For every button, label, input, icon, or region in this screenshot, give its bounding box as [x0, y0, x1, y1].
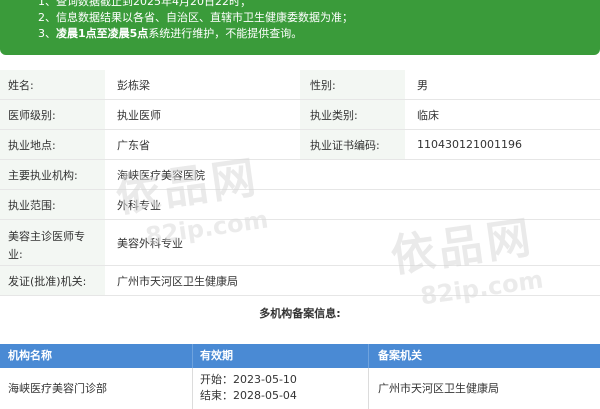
header-institution-name: 机构名称	[8, 349, 52, 362]
notice-line-3: 3、凌晨1点至凌晨5点系统进行维护，不能提供查询。	[38, 26, 600, 42]
gender-value: 男	[417, 78, 428, 92]
category-value: 临床	[417, 108, 439, 122]
info-row-cosmetic: 美容主诊医师专业: 美容外科专业	[0, 220, 600, 266]
validity-start: 开始：2023-05-10	[200, 373, 297, 386]
validity-end: 结束：2028-05-04	[200, 389, 297, 402]
table-header: 机构名称 有效期 备案机关	[0, 344, 600, 368]
level-label: 医师级别:	[0, 100, 105, 129]
row-validity: 开始：2023-05-10 结束：2028-05-04	[200, 368, 297, 409]
multi-institution-table: 机构名称 有效期 备案机关 海峡医疗美容门诊部 开始：2023-05-10 结束…	[0, 344, 600, 409]
notice-maintenance-time: 凌晨1点至凌晨5点	[56, 27, 149, 40]
cosmetic-label: 美容主诊医师专业:	[0, 220, 105, 265]
info-row-level: 医师级别: 执业医师 执业类别: 临床	[0, 100, 600, 130]
info-row-name: 姓名: 彭栋梁 性别: 男	[0, 70, 600, 100]
row-institution-name: 海峡医疗美容门诊部	[8, 382, 107, 395]
issuer-label: 发证(批准)机关:	[0, 266, 105, 295]
cert-value: 110430121001196	[417, 138, 522, 151]
header-divider	[368, 344, 369, 368]
cosmetic-value: 美容外科专业	[117, 236, 183, 250]
scope-value: 外科专业	[117, 198, 161, 212]
header-authority: 备案机关	[378, 349, 422, 362]
header-divider	[192, 344, 193, 368]
issuer-value: 广州市天河区卫生健康局	[117, 274, 238, 288]
name-value: 彭栋梁	[117, 78, 150, 92]
notice-line-3-text: 系统进行维护，不能提供查询。	[148, 27, 303, 40]
notice-banner: 1、查询数据截止到2025年4月20日22时； 2、信息数据结果以各省、自治区、…	[0, 0, 600, 55]
level-value: 执业医师	[117, 108, 161, 122]
location-value: 广东省	[117, 138, 150, 152]
info-row-issuer: 发证(批准)机关: 广州市天河区卫生健康局	[0, 266, 600, 296]
multi-institution-title: 多机构备案信息:	[259, 307, 341, 320]
row-divider	[192, 368, 193, 409]
gender-label: 性别:	[300, 70, 405, 99]
header-validity: 有效期	[200, 349, 233, 362]
doctor-info-table: 姓名: 彭栋梁 性别: 男 医师级别: 执业医师 执业类别: 临床 执业地点: …	[0, 70, 600, 296]
row-authority: 广州市天河区卫生健康局	[378, 382, 499, 395]
scope-label: 执业范围:	[0, 190, 105, 219]
institution-value: 海峡医疗美容医院	[117, 168, 205, 182]
info-row-scope: 执业范围: 外科专业	[0, 190, 600, 220]
notice-line-1: 1、查询数据截止到2025年4月20日22时；	[38, 0, 251, 8]
location-label: 执业地点:	[0, 130, 105, 159]
cert-label: 执业证书编码:	[300, 130, 405, 159]
notice-line-3-number: 3、	[38, 27, 56, 40]
institution-label: 主要执业机构:	[0, 160, 105, 189]
info-row-institution: 主要执业机构: 海峡医疗美容医院	[0, 160, 600, 190]
info-row-location: 执业地点: 广东省 执业证书编码: 110430121001196	[0, 130, 600, 160]
notice-line-2: 2、信息数据结果以各省、自治区、直辖市卫生健康委数据为准；	[38, 11, 353, 24]
name-label: 姓名:	[0, 70, 105, 99]
table-row: 海峡医疗美容门诊部 开始：2023-05-10 结束：2028-05-04 广州…	[0, 368, 600, 409]
category-label: 执业类别:	[300, 100, 405, 129]
row-divider	[368, 368, 369, 409]
